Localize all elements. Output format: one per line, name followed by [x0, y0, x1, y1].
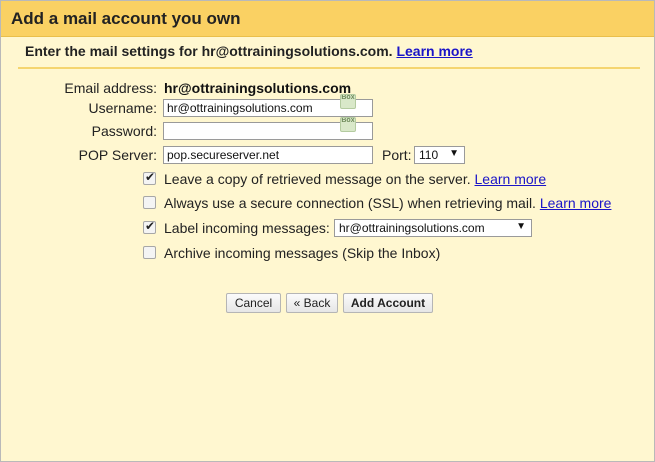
label-select[interactable]: hr@ottrainingsolutions.com ▼	[334, 219, 532, 237]
divider	[18, 67, 640, 69]
pop-server-input[interactable]	[163, 146, 373, 164]
email-address-value: hr@ottrainingsolutions.com	[164, 80, 352, 96]
dropdown-arrow-icon: ▼	[516, 221, 526, 232]
back-button[interactable]: « Back	[286, 293, 338, 313]
leave-copy-text: Leave a copy of retrieved message on the…	[164, 171, 471, 187]
label-incoming-checkbox[interactable]: ✔	[143, 219, 156, 234]
autofill-badge-icon[interactable]: Box	[340, 94, 356, 109]
label-incoming-text: Label incoming messages:	[164, 220, 330, 236]
archive-label: Archive incoming messages (Skip the Inbo…	[164, 245, 441, 261]
checkmark-icon: ✔	[145, 219, 156, 233]
port-select[interactable]: 110 ▼	[414, 146, 465, 164]
add-account-button[interactable]: Add Account	[343, 293, 433, 313]
title-bar: Add a mail account you own	[1, 1, 654, 37]
leave-copy-label: Leave a copy of retrieved message on the…	[164, 171, 546, 187]
settings-instructions-text: Enter the mail settings for hr@ottrainin…	[25, 43, 393, 59]
cancel-button[interactable]: Cancel	[226, 293, 281, 313]
ssl-checkbox[interactable]	[143, 196, 156, 209]
password-label: Password:	[91, 123, 157, 139]
port-label: Port:	[382, 147, 412, 163]
email-address-label: Email address:	[64, 80, 157, 96]
learn-more-link[interactable]: Learn more	[396, 43, 472, 59]
port-select-value: 110	[419, 148, 439, 162]
ssl-text: Always use a secure connection (SSL) whe…	[164, 195, 536, 211]
autofill-badge-icon[interactable]: Box	[340, 117, 356, 132]
dropdown-arrow-icon: ▼	[449, 148, 459, 159]
username-label: Username:	[88, 100, 157, 116]
label-select-value: hr@ottrainingsolutions.com	[339, 221, 485, 235]
archive-checkbox[interactable]	[143, 246, 156, 259]
checkmark-icon: ✔	[145, 170, 156, 184]
settings-instructions: Enter the mail settings for hr@ottrainin…	[25, 43, 473, 59]
leave-copy-learn-more-link[interactable]: Learn more	[475, 171, 547, 187]
leave-copy-checkbox[interactable]: ✔	[143, 170, 156, 185]
dialog-title: Add a mail account you own	[11, 9, 241, 28]
pop-server-label: POP Server:	[78, 147, 157, 163]
ssl-learn-more-link[interactable]: Learn more	[540, 195, 612, 211]
ssl-label: Always use a secure connection (SSL) whe…	[164, 195, 611, 211]
add-mail-account-dialog: Add a mail account you own Enter the mai…	[0, 0, 655, 462]
